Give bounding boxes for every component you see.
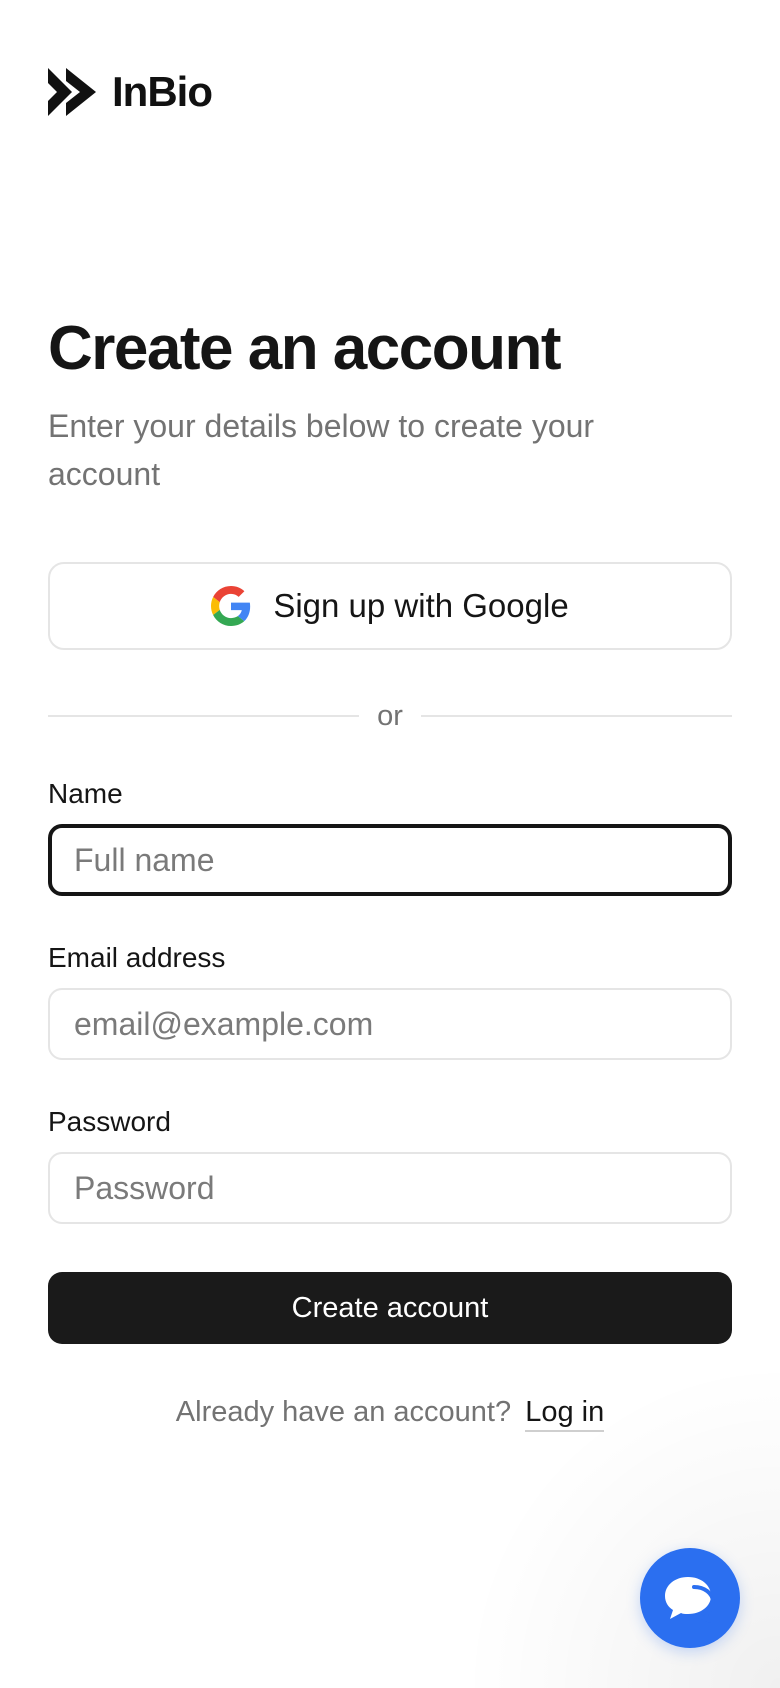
name-input[interactable]	[48, 824, 732, 896]
chat-launcher-button[interactable]	[640, 1548, 740, 1648]
login-prompt-text: Already have an account?	[175, 1396, 512, 1428]
page-title: Create an account	[48, 314, 562, 383]
divider-line-right	[420, 715, 733, 717]
chat-bubble-icon	[665, 1577, 716, 1623]
name-label: Name	[48, 778, 123, 809]
divider-text: or	[377, 700, 403, 732]
page-subtitle: Enter your details below to create your …	[48, 408, 595, 492]
email-label: Email address	[48, 942, 226, 973]
password-input[interactable]	[48, 1152, 732, 1224]
login-prompt-row: Already have an account? Log in	[0, 1390, 780, 1434]
password-label: Password	[48, 1106, 171, 1137]
brand-name: InBio	[112, 68, 213, 115]
brand-logo[interactable]: InBio	[48, 66, 213, 118]
double-chevron-icon	[48, 68, 96, 116]
or-divider: or	[48, 694, 733, 738]
divider-line-left	[48, 715, 360, 717]
google-signup-button[interactable]: Sign up with Google	[48, 562, 732, 650]
email-input[interactable]	[48, 988, 732, 1060]
google-icon	[211, 586, 251, 626]
google-signup-label: Sign up with Google	[273, 587, 569, 624]
create-account-button[interactable]: Create account	[48, 1272, 732, 1344]
signup-page: InBio Create an account Enter your detai…	[0, 0, 780, 1688]
login-link[interactable]: Log in	[525, 1396, 605, 1432]
